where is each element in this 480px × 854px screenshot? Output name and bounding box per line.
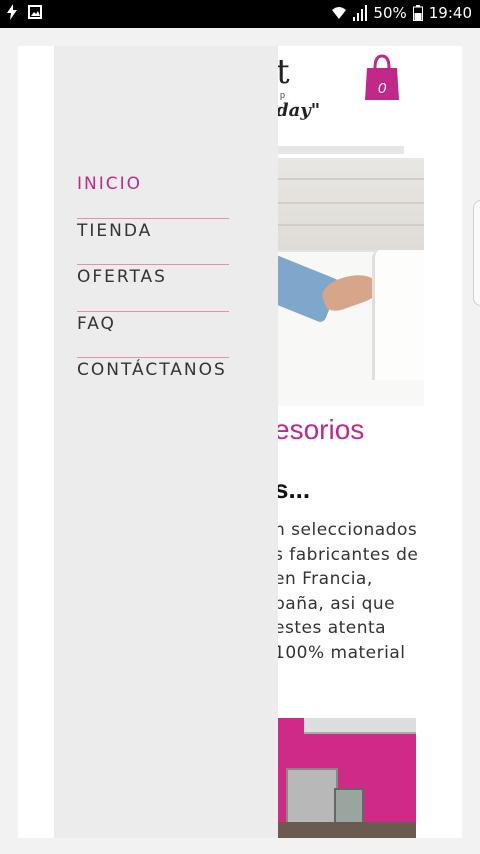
menu-item-tienda[interactable]: TIENDA [77, 219, 229, 265]
battery-percent: 50% [373, 4, 407, 22]
paragraph-line: en Francia, [274, 569, 373, 589]
menu-item-faq[interactable]: FAQ [77, 312, 229, 358]
battery-icon [412, 5, 423, 21]
clock: 19:40 [428, 4, 472, 22]
menu-item-ofertas[interactable]: OFERTAS [77, 265, 229, 312]
cart-count: 0 [377, 80, 387, 97]
site-logo[interactable]: t [276, 52, 290, 92]
paragraph-line: 100% material [274, 642, 406, 663]
paragraph-line: paña, asi que [274, 593, 396, 614]
signal-icon [353, 5, 368, 21]
menu-item-label: INICIO [77, 174, 143, 194]
section-subheading: s... [274, 474, 311, 504]
paragraph-line: n seleccionados [274, 520, 418, 540]
divider [274, 146, 404, 154]
menu-item-inicio[interactable]: INICIO [77, 172, 229, 219]
menu-item-label: TIENDA [77, 220, 153, 241]
flash-icon [6, 4, 18, 20]
image-icon [28, 5, 42, 19]
navigation-drawer: INICIO TIENDA OFERTAS FAQ CONTÁCTANOS [54, 46, 278, 838]
menu-item-label: CONTÁCTANOS [77, 360, 227, 380]
menu-item-contactanos[interactable]: CONTÁCTANOS [77, 358, 229, 405]
product-image [274, 718, 416, 838]
menu-item-label: OFERTAS [77, 267, 167, 287]
menu-item-label: FAQ [77, 313, 116, 334]
edge-panel-handle[interactable] [473, 200, 480, 306]
wifi-icon [331, 5, 347, 21]
status-bar: 50% 19:40 [0, 0, 480, 28]
section-heading: esorios [274, 414, 365, 445]
paragraph-line: estes atenta [274, 618, 387, 638]
site-tagline: day" [276, 100, 321, 121]
drawer-menu: INICIO TIENDA OFERTAS FAQ CONTÁCTANOS [77, 172, 229, 405]
section-paragraph: n seleccionados s fabricantes de en Fran… [274, 518, 419, 665]
paragraph-line: s fabricantes de [274, 544, 419, 565]
cart-button[interactable]: 0 [364, 54, 400, 102]
hero-image [274, 158, 424, 406]
logo-subtext: p [280, 90, 287, 100]
